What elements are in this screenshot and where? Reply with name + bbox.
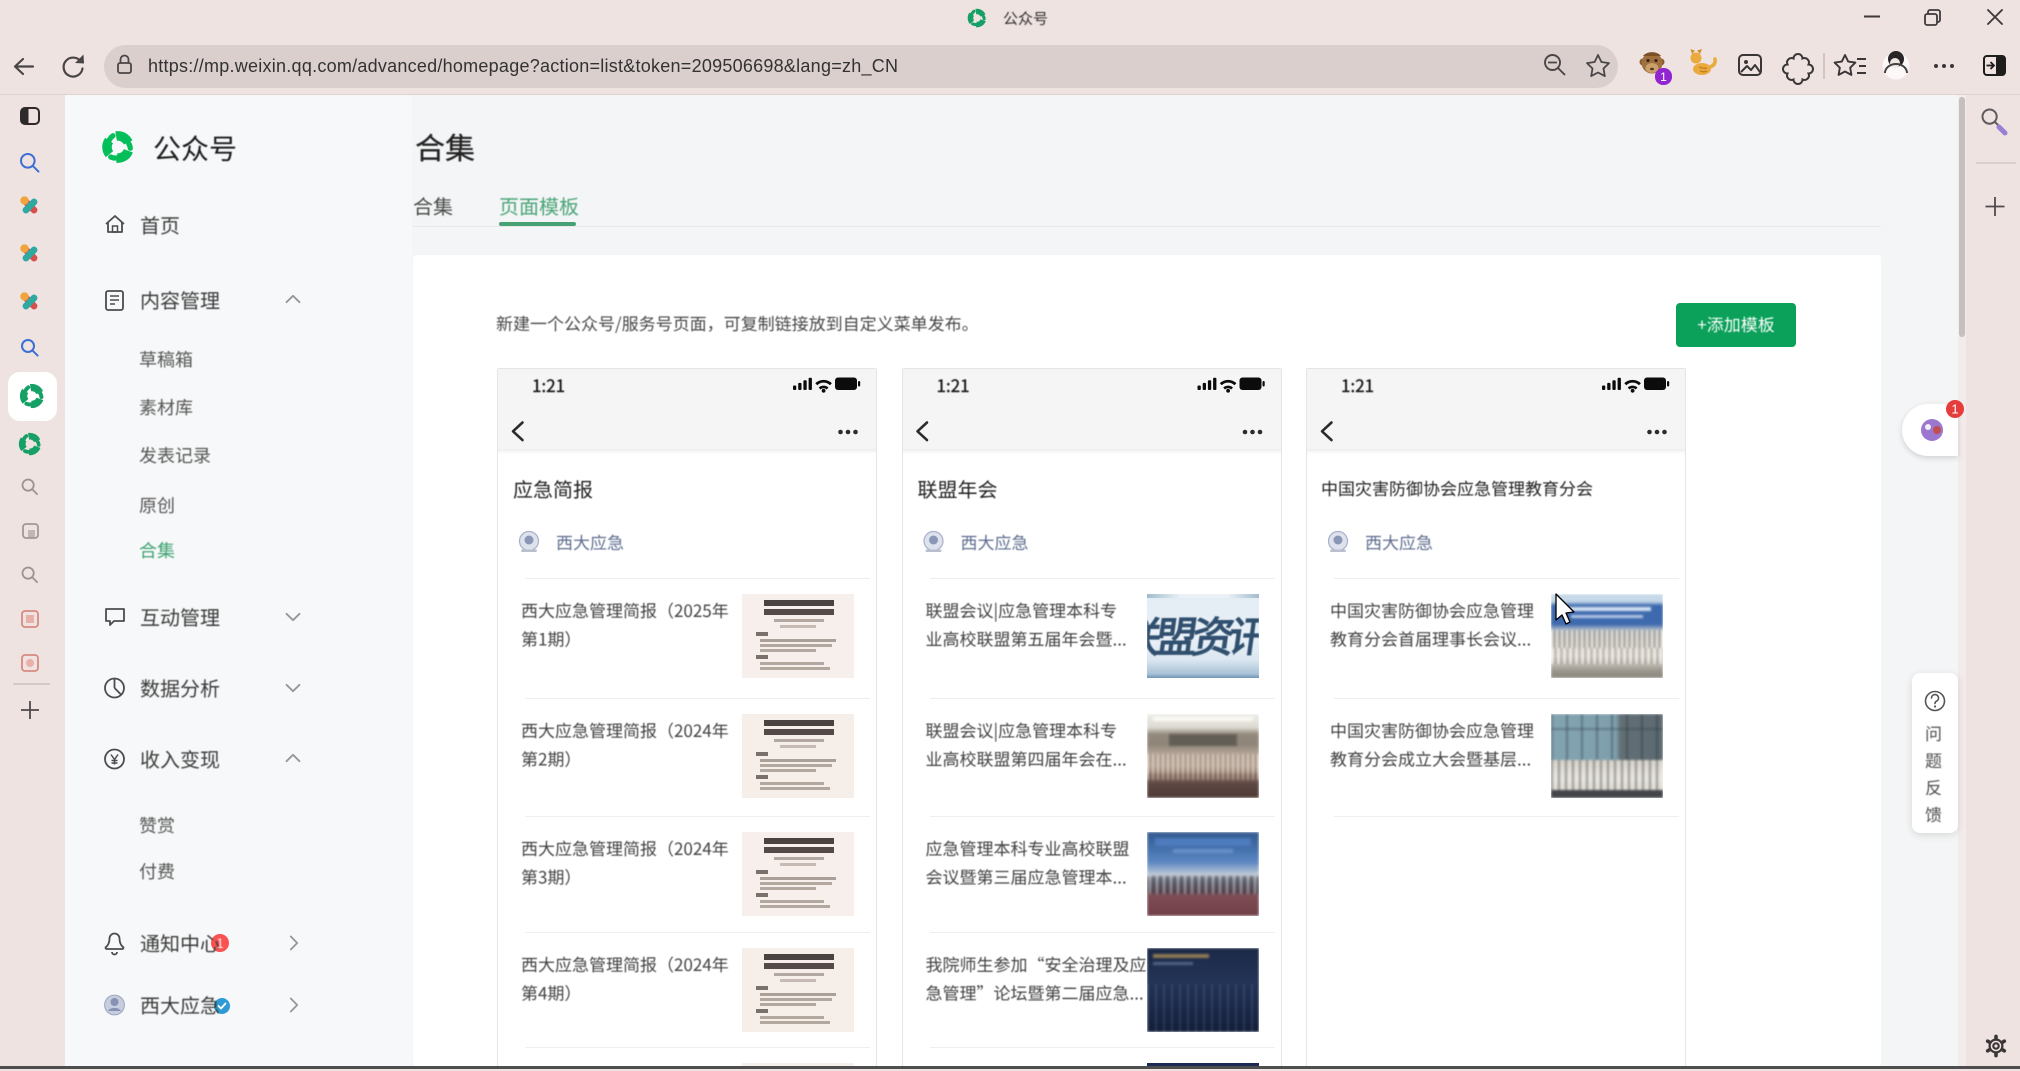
svg-text:联盟资讯: 联盟资讯: [1147, 614, 1259, 661]
